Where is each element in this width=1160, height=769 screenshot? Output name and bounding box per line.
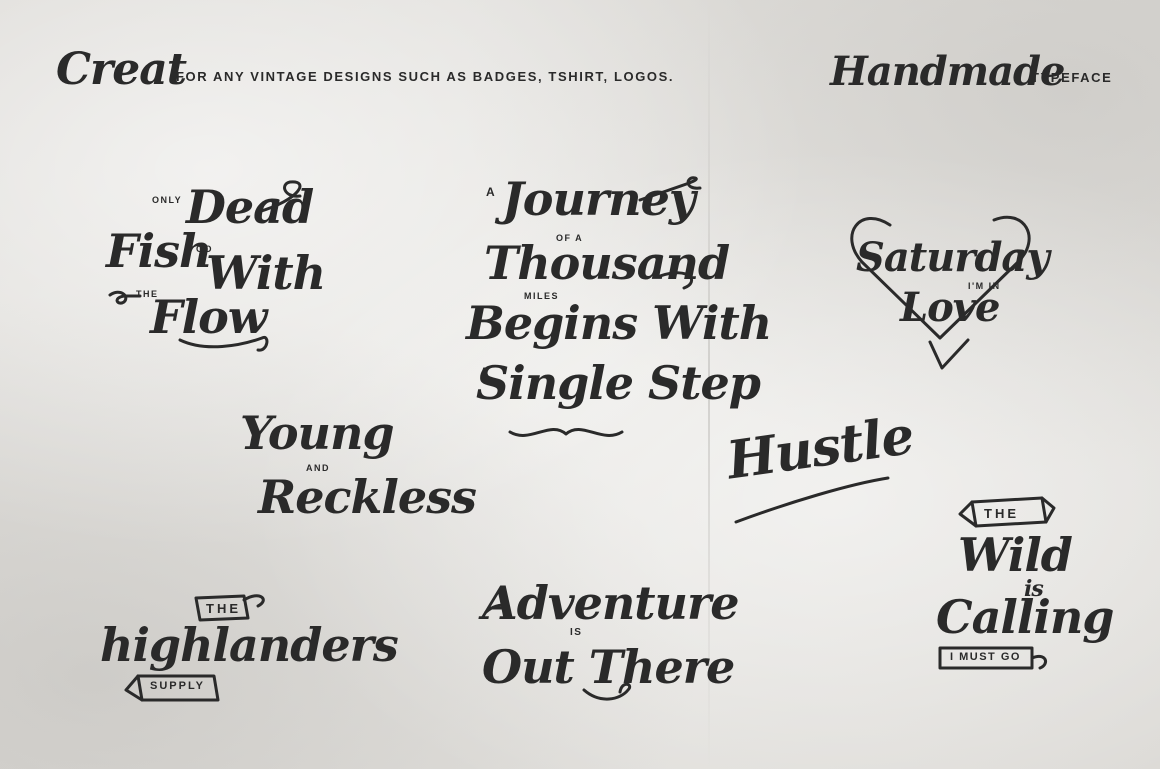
adventure-out-there: Out There	[482, 640, 735, 694]
adventure-is: IS	[570, 627, 583, 638]
swash-journey-bottom	[508, 427, 624, 437]
saturday-saturday: Saturday	[856, 234, 1050, 281]
dead-fish-flow: Flow	[150, 290, 267, 344]
young-reckless: Reckless	[258, 470, 477, 524]
journey-thousand: Thousand	[484, 236, 730, 290]
adventure-adventure: Adventure	[482, 576, 739, 630]
header-typeface-label: TYPEFACE	[1031, 70, 1113, 85]
ribbon-must-go-swash	[1030, 654, 1048, 670]
header-great-tagline: FOR ANY VINTAGE DESIGNS SUCH AS BADGES, …	[176, 69, 675, 84]
wild-calling: Calling	[936, 590, 1114, 644]
header-great-word: Creat	[56, 44, 187, 95]
dead-fish-only: ONLY	[152, 195, 183, 205]
journey-a: A	[486, 185, 497, 199]
header-handmade-word: Handmade	[830, 48, 1065, 95]
wild-i-must-go: I MUST GO	[950, 651, 1021, 663]
highlanders-supply: SUPPLY	[150, 680, 206, 692]
highlanders-highlanders: highlanders	[100, 618, 399, 672]
young-young: Young	[240, 406, 395, 460]
saturday-love: Love	[900, 284, 1000, 331]
wild-wild: Wild	[958, 528, 1073, 582]
journey-journey: Journey	[502, 172, 696, 226]
journey-single-step: Single Step	[476, 356, 761, 410]
heart-tip	[928, 338, 970, 370]
highlanders-the: THE	[206, 601, 241, 616]
wild-the: THE	[984, 506, 1019, 521]
journey-begins-with: Begins With	[466, 296, 772, 350]
